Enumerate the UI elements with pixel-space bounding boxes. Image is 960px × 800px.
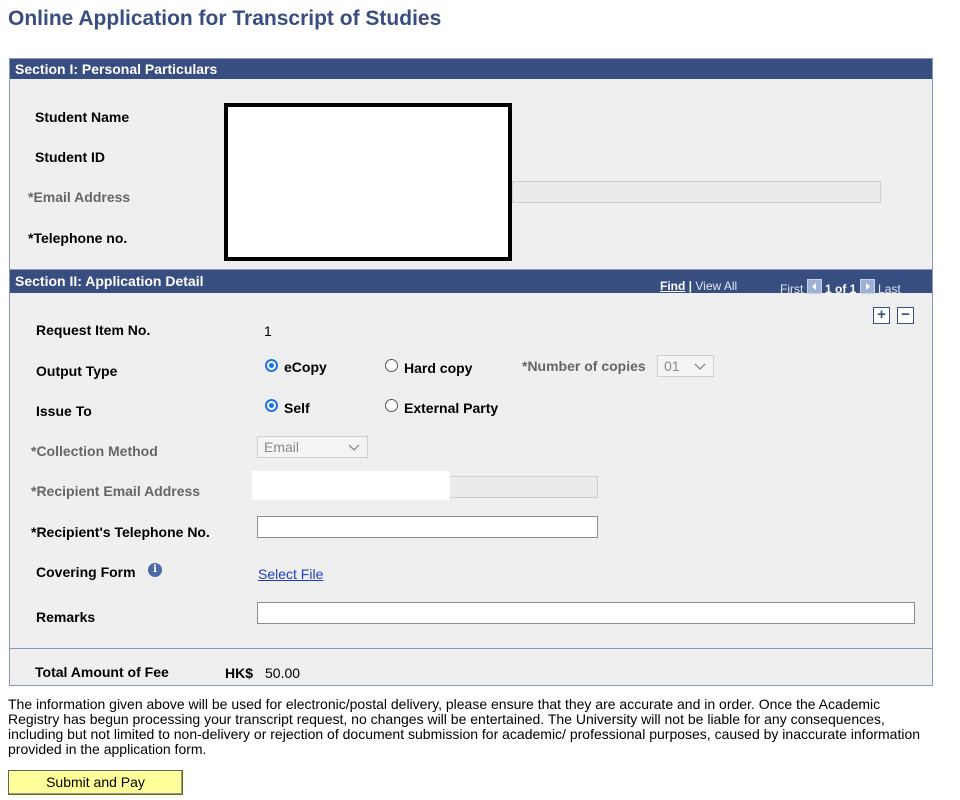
total-value: 50.00 — [265, 665, 301, 681]
covering-form-label: Covering Form — [36, 564, 136, 580]
delete-row-button[interactable]: − — [897, 307, 914, 324]
recipient-email-redaction — [252, 471, 450, 500]
collection-method-select: Email — [257, 436, 368, 458]
output-ecopy-radio[interactable] — [265, 359, 278, 372]
collection-method-label: *Collection Method — [31, 443, 158, 459]
page-indicator: 1 of 1 — [825, 282, 857, 296]
total-divider — [9, 648, 933, 649]
output-hardcopy-label: Hard copy — [404, 360, 473, 376]
email-label: *Email Address — [28, 189, 131, 205]
nav-first-icon[interactable] — [806, 279, 822, 294]
copies-label: *Number of copies — [522, 358, 646, 374]
issue-external-radio[interactable] — [385, 399, 398, 412]
collection-method-value: Email — [264, 439, 300, 455]
recipient-email-label: *Recipient Email Address — [31, 483, 201, 499]
first-label: First — [780, 282, 804, 296]
nav-last-icon[interactable] — [859, 279, 875, 294]
copies-select: 01 — [657, 355, 714, 377]
add-row-button[interactable]: + — [873, 307, 890, 324]
section-2-title: Section II: Application Detail — [15, 273, 204, 289]
request-item-label: Request Item No. — [36, 322, 151, 338]
student-id-label: Student ID — [35, 149, 105, 165]
output-type-label: Output Type — [36, 363, 118, 379]
output-hardcopy-radio[interactable] — [385, 359, 398, 372]
section-1-heading: Section I: Personal Particulars — [10, 59, 932, 79]
email-field — [512, 181, 881, 203]
total-label: Total Amount of Fee — [35, 664, 169, 680]
chevron-down-icon — [694, 363, 706, 370]
page-title: Online Application for Transcript of Stu… — [8, 7, 442, 30]
select-file-link[interactable]: Select File — [258, 566, 323, 582]
telephone-label: *Telephone no. — [28, 230, 128, 246]
issue-self-radio[interactable] — [265, 399, 278, 412]
info-circle-icon[interactable]: i — [148, 563, 162, 577]
find-link[interactable]: Find — [660, 279, 685, 293]
last-label: Last — [878, 282, 901, 296]
issue-to-label: Issue To — [36, 403, 92, 419]
recipient-phone-label: *Recipient's Telephone No. — [31, 524, 210, 540]
issue-external-label: External Party — [404, 400, 499, 416]
currency-label: HK$ — [225, 665, 254, 681]
recipient-phone-input[interactable] — [257, 516, 598, 538]
nav-separator: | — [685, 279, 696, 293]
submit-and-pay-button[interactable]: Submit and Pay — [8, 770, 183, 795]
remarks-label: Remarks — [36, 609, 96, 625]
disclaimer-text: The information given above will be used… — [8, 696, 921, 757]
request-item-value: 1 — [264, 323, 272, 339]
copies-value: 01 — [664, 358, 680, 374]
view-all-link[interactable]: View All — [695, 279, 737, 293]
remarks-input[interactable] — [257, 602, 915, 624]
chevron-down-icon — [348, 444, 360, 451]
student-name-label: Student Name — [35, 109, 130, 125]
issue-self-label: Self — [284, 400, 310, 416]
grid-navigation: Find | View All — [660, 279, 737, 293]
pager: First 1 of 1 Last — [780, 279, 901, 296]
output-ecopy-label: eCopy — [284, 359, 327, 375]
redacted-area — [224, 103, 512, 261]
